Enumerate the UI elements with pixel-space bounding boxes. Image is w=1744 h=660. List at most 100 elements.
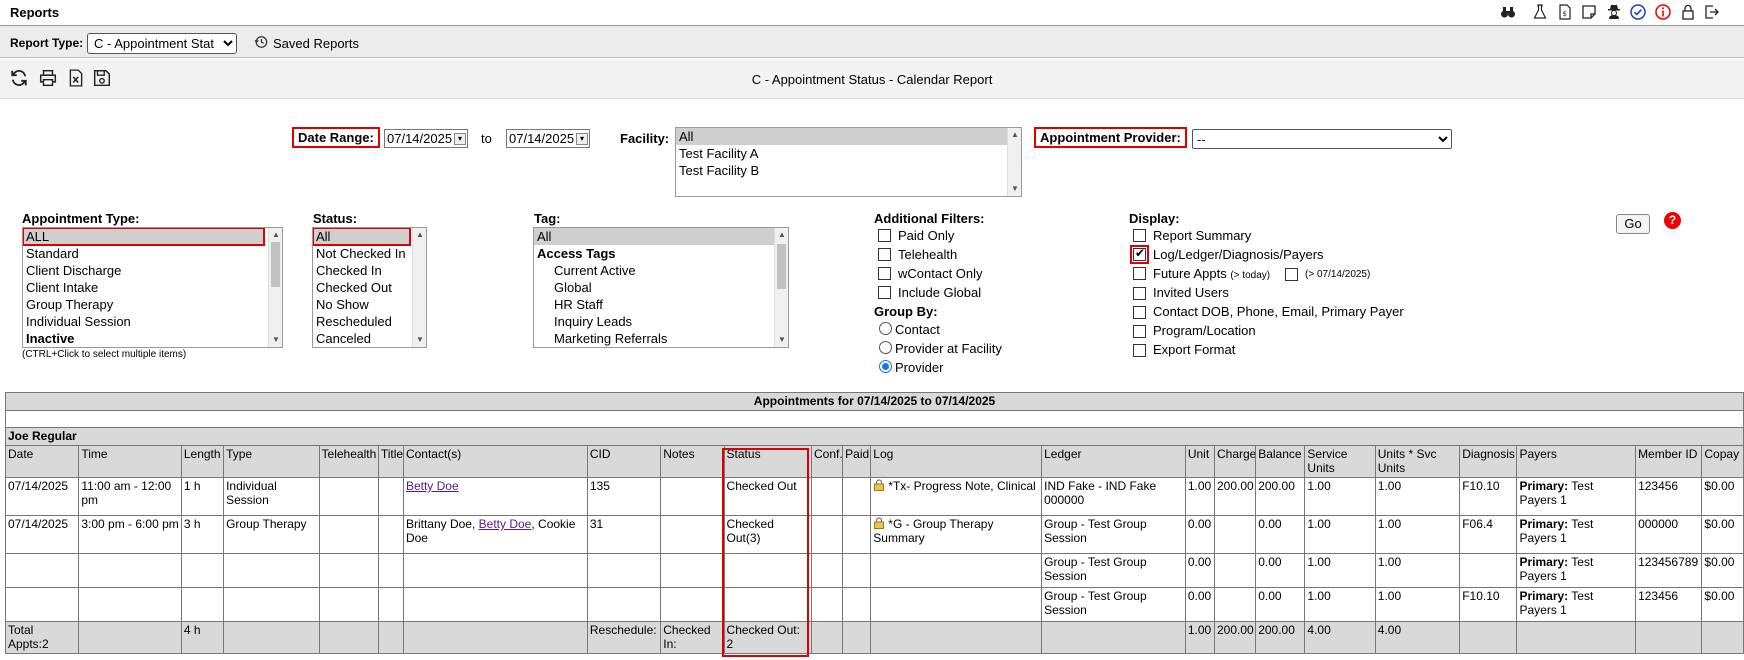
ledger-cell: Group - Test Group Session — [1041, 553, 1186, 588]
column-header[interactable]: Contact(s) — [402, 445, 588, 478]
column-header[interactable]: Telehealth — [318, 445, 379, 478]
log-ledger-checkbox[interactable] — [1130, 245, 1149, 264]
include-global-checkbox[interactable] — [878, 286, 891, 299]
column-header[interactable]: Notes — [660, 445, 725, 478]
appointment-type-option[interactable]: Client Intake — [23, 279, 282, 296]
invited-users-checkbox[interactable] — [1133, 287, 1146, 300]
report-summary-checkbox[interactable] — [1133, 229, 1146, 242]
column-header[interactable]: Units * Svc Units — [1374, 445, 1461, 478]
status-option[interactable]: Canceled — [313, 330, 426, 347]
user-secret-icon[interactable] — [1605, 3, 1623, 21]
column-header[interactable]: Copay — [1701, 445, 1744, 478]
diagnosis-cell: F10.10 — [1459, 477, 1518, 516]
column-header[interactable]: CID — [586, 445, 662, 478]
tag-scrollbar[interactable]: ▲ ▼ — [774, 228, 788, 347]
calendar-icon[interactable]: ▾ — [454, 133, 466, 145]
future-appts-label: Future Appts (> today) — [1153, 266, 1270, 281]
status-option[interactable]: No Show — [313, 296, 426, 313]
service-units-cell: 1.00 — [1304, 477, 1376, 516]
column-header[interactable]: Payers — [1516, 445, 1637, 478]
group-by-provider-label: Provider — [895, 360, 944, 375]
status-option[interactable]: Checked In — [313, 262, 426, 279]
report-type-select[interactable]: C - Appointment Stat — [87, 33, 237, 54]
contact-link[interactable]: Betty Doe — [406, 479, 459, 493]
info-circle-icon[interactable] — [1654, 3, 1672, 21]
export-format-checkbox[interactable] — [1133, 344, 1146, 357]
binoculars-icon[interactable] — [1499, 3, 1517, 21]
facility-option[interactable]: Test Facility B — [676, 162, 1021, 179]
facility-listbox[interactable]: All Test Facility A Test Facility B ▲ ▼ — [675, 127, 1022, 197]
status-option[interactable]: All — [313, 228, 411, 246]
column-header[interactable]: Paid — [842, 445, 872, 478]
group-by-provider-facility-radio[interactable] — [879, 341, 892, 354]
column-header[interactable]: Title — [377, 445, 404, 478]
lock-icon[interactable] — [1679, 3, 1697, 21]
column-header[interactable]: Conf. — [810, 445, 844, 478]
wcontact-only-checkbox[interactable] — [878, 267, 891, 280]
appointment-type-option[interactable]: ALL — [23, 228, 265, 246]
document-dollar-icon[interactable]: $ — [1556, 3, 1574, 21]
facility-option[interactable]: All — [676, 128, 1021, 145]
tag-option[interactable]: Global — [534, 279, 788, 296]
column-header[interactable]: Charge — [1213, 445, 1257, 478]
note-icon[interactable] — [1580, 3, 1598, 21]
check-circle-icon[interactable] — [1629, 3, 1647, 21]
contact-dob-checkbox[interactable] — [1133, 306, 1146, 319]
status-option[interactable]: Checked Out — [313, 279, 426, 296]
appointment-provider-select[interactable]: -- — [1192, 129, 1452, 149]
column-header[interactable]: Ledger — [1041, 445, 1186, 478]
history-icon[interactable] — [254, 35, 268, 49]
saved-reports-link[interactable]: Saved Reports — [273, 36, 359, 51]
appointment-type-option[interactable]: Group Therapy — [23, 296, 282, 313]
tag-option[interactable]: HR Staff — [534, 296, 788, 313]
status-scrollbar[interactable]: ▲ ▼ — [412, 228, 426, 347]
column-header[interactable]: Log — [870, 445, 1043, 478]
log-cell[interactable]: *G - Group Therapy Summary — [870, 515, 1043, 554]
column-header[interactable]: Date — [4, 445, 80, 478]
tag-option[interactable]: Current Active — [534, 262, 788, 279]
log-text: *Tx- Progress Note, Clinical — [888, 479, 1036, 493]
column-header[interactable]: Type — [223, 445, 320, 478]
future-appts-checkbox[interactable] — [1133, 267, 1146, 280]
column-header[interactable]: Member ID — [1635, 445, 1703, 478]
appointment-type-option[interactable]: Individual Session — [23, 313, 282, 330]
log-cell[interactable]: *Tx- Progress Note, Clinical — [870, 477, 1043, 516]
tag-option[interactable]: All — [534, 228, 788, 245]
facility-option[interactable]: Test Facility A — [676, 145, 1021, 162]
program-location-checkbox[interactable] — [1133, 325, 1146, 338]
status-listbox[interactable]: All Not Checked In Checked In Checked Ou… — [312, 227, 427, 348]
table-row: 07/14/2025 3:00 pm - 6:00 pm 3 h Group T… — [4, 515, 1744, 554]
help-icon[interactable]: ? — [1664, 212, 1681, 229]
column-header[interactable]: Unit — [1184, 445, 1215, 478]
date-range-label: Date Range: — [292, 127, 380, 148]
column-header[interactable]: Diagnosis — [1459, 445, 1518, 478]
appointment-type-option[interactable]: Client Discharge — [23, 262, 282, 279]
appointment-type-option[interactable]: Standard — [23, 245, 282, 262]
tag-option[interactable]: Inquiry Leads — [534, 313, 788, 330]
group-by-provider-radio[interactable] — [879, 360, 892, 373]
status-option[interactable]: Not Checked In — [313, 245, 426, 262]
calendar-icon[interactable]: ▾ — [576, 133, 588, 145]
report-title: C - Appointment Status - Calendar Report — [751, 72, 993, 87]
column-header[interactable]: Time — [78, 445, 182, 478]
appointment-type-listbox[interactable]: ALL Standard Client Discharge Client Int… — [22, 227, 283, 348]
paid-only-checkbox[interactable] — [878, 229, 891, 242]
contact-link[interactable]: Betty Doe — [479, 517, 532, 531]
go-button[interactable]: Go — [1616, 214, 1650, 234]
group-by-contact-radio[interactable] — [879, 322, 892, 335]
telehealth-checkbox[interactable] — [878, 248, 891, 261]
column-header[interactable]: Balance — [1255, 445, 1306, 478]
future-appts-text: Future Appts — [1153, 266, 1227, 281]
flask-icon[interactable] — [1531, 3, 1549, 21]
facility-scrollbar[interactable]: ▲ ▼ — [1007, 128, 1021, 196]
column-header[interactable]: Length — [180, 445, 225, 478]
column-header[interactable]: Service Units — [1304, 445, 1376, 478]
tag-listbox[interactable]: All Access Tags Current Active Global HR… — [533, 227, 789, 348]
future-date-checkbox[interactable] — [1285, 268, 1298, 281]
logout-icon[interactable] — [1703, 3, 1721, 21]
status-option[interactable]: Rescheduled — [313, 313, 426, 330]
appointment-type-scrollbar[interactable]: ▲ ▼ — [268, 228, 282, 347]
payers-cell: Primary: Test Payers 1 — [1516, 515, 1637, 554]
tag-option[interactable]: Marketing Referrals — [534, 330, 788, 347]
table-row: Group - Test Group Session 0.00 0.00 1.0… — [4, 553, 1744, 588]
